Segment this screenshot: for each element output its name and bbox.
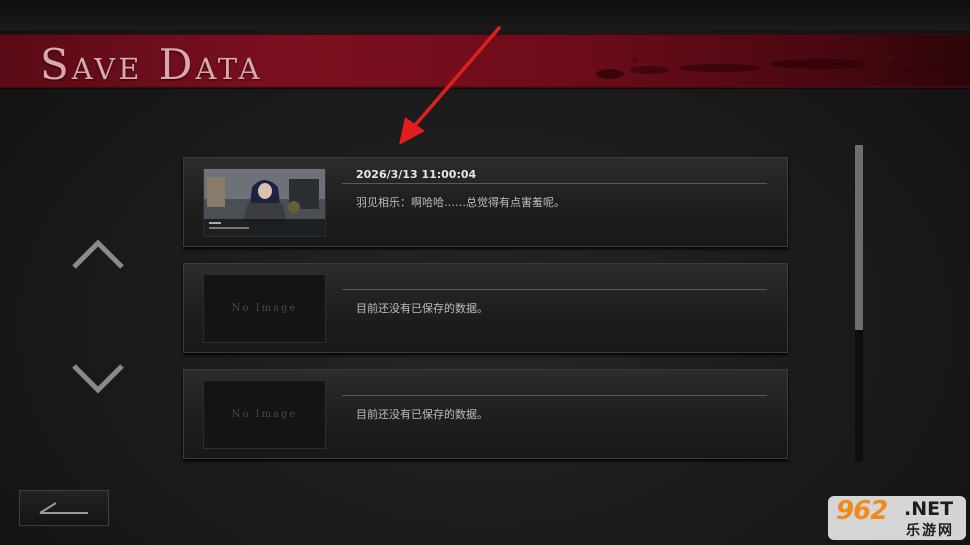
save-dialogue-text: 羽见相乐：啊哈哈……总觉得有点害羞呢。 <box>356 196 565 209</box>
scroll-up-button[interactable] <box>68 235 128 275</box>
back-arrow-icon <box>39 502 88 514</box>
save-thumbnail <box>203 168 326 237</box>
blood-splatter-decoration <box>596 55 960 79</box>
divider <box>342 395 767 396</box>
annotation-arrow <box>399 26 501 145</box>
divider <box>342 289 767 290</box>
no-image-label: No Image <box>231 303 298 314</box>
divider <box>342 183 767 184</box>
save-thumbnail: No Image <box>203 380 326 449</box>
watermark-number: 962 <box>836 496 888 526</box>
no-image-label: No Image <box>231 409 298 420</box>
scrollbar-thumb[interactable] <box>855 145 863 330</box>
page-title: Save Data <box>40 40 263 89</box>
save-slot-3[interactable]: No Image 目前还没有已保存的数据。 <box>183 369 788 459</box>
watermark-suffix: .NET <box>904 498 954 520</box>
save-slot-2[interactable]: No Image 目前还没有已保存的数据。 <box>183 263 788 353</box>
scroll-down-button[interactable] <box>68 358 128 398</box>
save-empty-text: 目前还没有已保存的数据。 <box>356 302 488 315</box>
site-watermark: 962 .NET 乐游网 <box>828 496 966 540</box>
save-empty-text: 目前还没有已保存的数据。 <box>356 408 488 421</box>
save-slot-1[interactable]: 2026/3/13 11:00:04 羽见相乐：啊哈哈……总觉得有点害羞呢。 <box>183 157 788 247</box>
watermark-site-name: 乐游网 <box>906 523 954 539</box>
save-screenshot-image <box>204 169 325 236</box>
back-button[interactable] <box>19 490 109 526</box>
save-thumbnail: No Image <box>203 274 326 343</box>
save-date: 2026/3/13 11:00:04 <box>356 168 477 181</box>
